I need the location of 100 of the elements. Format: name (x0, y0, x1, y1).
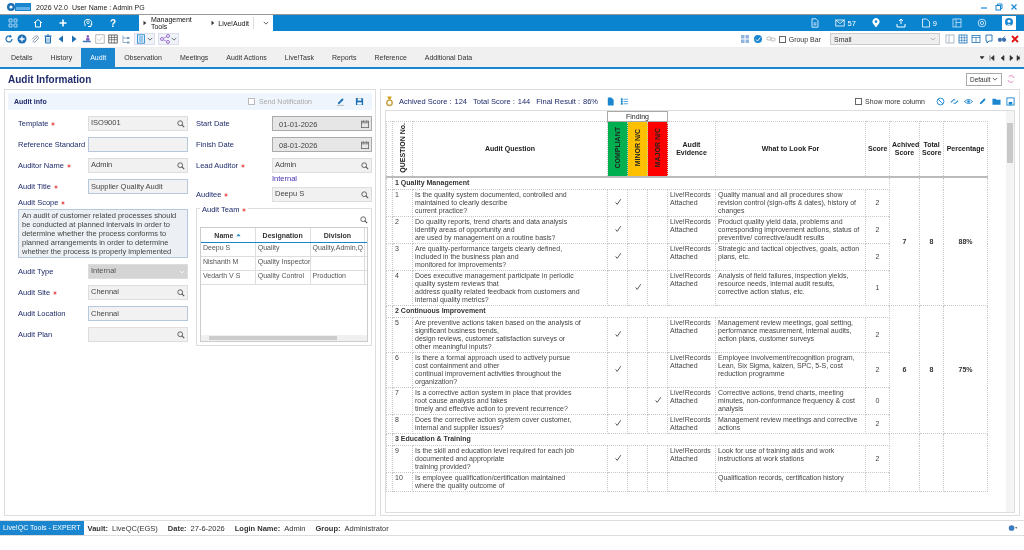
user-avatar-icon[interactable] (1002, 16, 1016, 30)
lookup-field[interactable] (88, 327, 188, 342)
panel-layout-icon[interactable] (945, 34, 955, 44)
finding-cell[interactable] (627, 189, 648, 217)
delete-icon[interactable] (43, 34, 53, 44)
next-icon[interactable] (69, 34, 79, 44)
search-icon[interactable] (177, 161, 185, 170)
finding-cell[interactable] (627, 317, 648, 353)
tab-navigation-icon[interactable] (980, 54, 1020, 61)
finding-cell[interactable] (627, 243, 648, 271)
finding-cell[interactable] (647, 189, 668, 217)
glasses-icon[interactable] (997, 34, 1007, 44)
finding-cell[interactable] (627, 352, 648, 388)
finding-cell[interactable] (647, 216, 668, 244)
tree-icon[interactable] (121, 34, 131, 44)
finding-cell[interactable] (647, 387, 668, 415)
report-dropdown[interactable] (134, 33, 155, 45)
sync-icon[interactable] (1006, 74, 1016, 84)
folder-icon[interactable] (992, 96, 1001, 106)
check-icon (613, 365, 622, 373)
finding-cell[interactable] (607, 243, 628, 271)
previous-icon[interactable] (56, 34, 66, 44)
check-icon (613, 330, 622, 338)
breadcrumb-arrow-icon (143, 20, 147, 26)
caret-icon (263, 21, 270, 25)
search-icon[interactable] (361, 190, 369, 199)
eye-icon[interactable] (964, 96, 973, 106)
checkbox[interactable] (855, 97, 863, 105)
search-icon[interactable] (360, 216, 368, 224)
sort-icon (236, 233, 242, 237)
checkbox[interactable] (778, 35, 786, 43)
refresh-icon[interactable] (4, 34, 14, 44)
restore-icon[interactable] (995, 3, 1003, 11)
calendar-icon[interactable] (361, 119, 369, 128)
layout-icon[interactable] (952, 18, 962, 28)
network-icon[interactable] (1008, 523, 1018, 533)
caret-icon (930, 37, 936, 41)
caret-icon (179, 269, 185, 274)
finding-cell[interactable] (647, 414, 668, 434)
finding-cell[interactable] (647, 243, 668, 271)
calendar-icon[interactable] (361, 140, 369, 149)
grid-icon[interactable] (958, 34, 968, 44)
finding-cell[interactable] (607, 189, 628, 217)
checkbox-icon[interactable] (95, 34, 105, 44)
search-icon[interactable] (361, 161, 369, 170)
horizontal-scrollbar[interactable] (201, 335, 367, 341)
finding-cell[interactable] (607, 387, 628, 415)
upload-icon[interactable] (895, 18, 906, 28)
finding-cell[interactable] (627, 414, 648, 434)
finding-cell[interactable] (607, 445, 628, 473)
finding-cell[interactable] (627, 216, 648, 244)
apps-grid-icon[interactable] (8, 18, 18, 28)
table-icon[interactable] (108, 34, 118, 44)
finding-cell[interactable] (607, 352, 628, 388)
grid-view-icon[interactable] (739, 34, 750, 44)
brain-icon[interactable] (83, 18, 93, 28)
block-icon[interactable] (936, 96, 945, 106)
vertical-scrollbar[interactable] (1006, 111, 1014, 512)
close-icon[interactable] (1010, 3, 1018, 11)
check-icon (613, 225, 622, 233)
document-icon[interactable] (810, 18, 821, 28)
add-circle-icon[interactable] (17, 34, 27, 44)
finding-cell[interactable] (607, 317, 628, 353)
breadcrumb-arrow-icon (210, 20, 215, 26)
mail-icon[interactable] (835, 18, 846, 28)
finding-cell[interactable] (607, 414, 628, 434)
save-icon[interactable] (1006, 96, 1015, 106)
check-icon (613, 454, 622, 462)
home-icon[interactable] (33, 18, 43, 28)
finding-cell[interactable] (627, 270, 648, 306)
checkbox[interactable] (248, 98, 256, 105)
finding-cell[interactable] (607, 270, 628, 306)
search-icon[interactable] (177, 330, 185, 339)
attach-icon[interactable] (30, 34, 40, 44)
check-icon (633, 283, 642, 291)
edit-icon[interactable] (336, 97, 345, 106)
check-icon (613, 419, 622, 427)
person-laptop-icon[interactable] (82, 34, 92, 44)
check-icon (613, 198, 622, 206)
columns-icon[interactable] (971, 34, 981, 44)
finding-cell[interactable] (647, 270, 668, 306)
finding-cell[interactable] (627, 445, 648, 473)
finding-cell[interactable] (627, 387, 648, 415)
add-icon[interactable] (58, 18, 68, 28)
folder-icon[interactable] (920, 18, 931, 28)
share-dropdown[interactable] (158, 33, 179, 45)
location-pin-icon[interactable] (870, 18, 881, 28)
search-icon[interactable] (177, 119, 185, 128)
close-icon[interactable] (1010, 34, 1020, 44)
finding-cell[interactable] (647, 445, 668, 473)
save-icon[interactable] (355, 97, 364, 106)
finding-cell[interactable] (647, 317, 668, 353)
list-icon[interactable] (620, 96, 630, 106)
edit-icon[interactable] (978, 96, 987, 106)
search-icon[interactable] (177, 288, 185, 297)
document-icon[interactable] (606, 96, 616, 106)
text-field[interactable] (88, 137, 188, 152)
finding-cell[interactable] (607, 216, 628, 244)
finding-cell[interactable] (647, 352, 668, 388)
help-button[interactable]: ? (108, 17, 119, 29)
